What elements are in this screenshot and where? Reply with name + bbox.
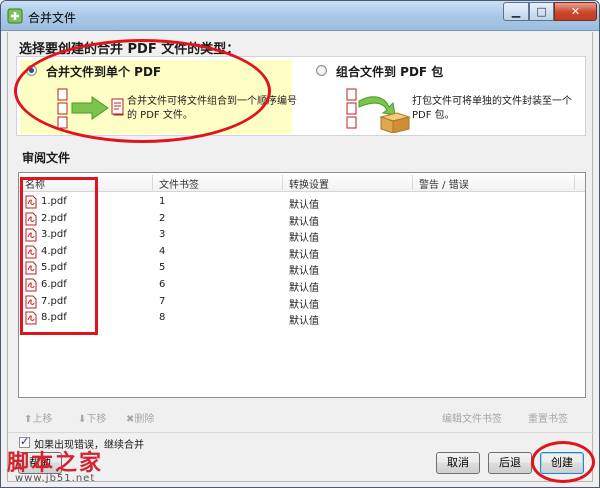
- conversion-setting-cell: 默认值: [289, 266, 319, 278]
- close-button[interactable]: ✕: [554, 2, 597, 21]
- table-row[interactable]: 1.pdf 1 默认值: [19, 194, 585, 211]
- pdf-portfolio-description: 打包文件可将单独的文件封装至一个 PDF 包。: [412, 96, 572, 121]
- conversion-setting-cell: 默认值: [289, 216, 319, 228]
- title-bar[interactable]: 合并文件 ▁ □ ✕: [1, 1, 599, 31]
- site-watermark-logo: 脚本之家 www.jb51.net: [5, 445, 145, 487]
- watermark-url-text: www.jb51.net: [15, 473, 96, 484]
- conversion-setting-cell: 默认值: [289, 233, 319, 245]
- move-up-label: 上移: [32, 414, 53, 425]
- table-row[interactable]: 6.pdf 6 默认值: [19, 277, 585, 294]
- file-list[interactable]: 名称 文件书签 转换设置 警告 / 错误 1.pdf 1 默认值 2.pdf 2 默认值 3…: [18, 172, 586, 398]
- move-up-button[interactable]: ⬆上移: [24, 410, 52, 425]
- table-row[interactable]: 4.pdf 4 默认值: [19, 244, 585, 261]
- move-down-label: 下移: [86, 414, 107, 425]
- file-bookmark-cell: 6: [159, 279, 166, 290]
- table-row[interactable]: 3.pdf 3 默认值: [19, 227, 585, 245]
- conversion-setting-cell: 默认值: [289, 316, 319, 328]
- file-bookmark-cell: 3: [159, 229, 166, 241]
- merge-files-window: 合并文件 ▁ □ ✕ 选择要创建的合并 PDF 文件的类型： 合并文件到单个 P…: [0, 0, 600, 488]
- portfolio-box-illustration-icon: [346, 88, 411, 133]
- file-bookmark-cell: 4: [159, 245, 166, 257]
- conversion-setting-cell: 默认值: [289, 249, 319, 261]
- move-down-button[interactable]: ⬇下移: [78, 410, 106, 425]
- pdf-portfolio-label[interactable]: 组合文件到 PDF 包: [336, 63, 443, 80]
- window-title: 合并文件: [28, 11, 77, 25]
- table-row[interactable]: 8.pdf 8 默认值: [19, 310, 585, 328]
- reset-bookmark-button[interactable]: 重置书签: [528, 410, 568, 425]
- cancel-button[interactable]: 取消: [436, 452, 480, 474]
- file-bookmark-cell: 7: [159, 295, 166, 307]
- column-header-bookmark[interactable]: 文件书签: [159, 176, 199, 191]
- edit-bookmark-button[interactable]: 编辑文件书签: [442, 410, 502, 425]
- file-bookmark-cell: 5: [159, 262, 166, 274]
- conversion-setting-cell: 默认值: [289, 299, 319, 311]
- delete-label: 删除: [134, 414, 155, 425]
- minimize-button[interactable]: ▁: [503, 2, 529, 21]
- maximize-button[interactable]: □: [529, 2, 554, 21]
- column-header-conversion[interactable]: 转换设置: [289, 176, 329, 191]
- file-list-toolbar: ⬆上移 ⬇下移 ✖删除 编辑文件书签 重置书签: [18, 408, 586, 426]
- file-list-header: 名称 文件书签 转换设置 警告 / 错误: [19, 173, 585, 192]
- annotation-ellipse-create: [531, 441, 595, 483]
- conversion-setting-cell: 默认值: [289, 283, 319, 294]
- pdf-portfolio-radio[interactable]: [316, 65, 327, 76]
- conversion-setting-cell: 默认值: [289, 200, 319, 211]
- annotation-ellipse-single-pdf: [14, 39, 271, 143]
- file-bookmark-cell: 8: [159, 312, 166, 324]
- file-bookmark-cell: 2: [159, 212, 166, 224]
- file-bookmark-cell: 1: [159, 196, 166, 207]
- column-header-warning[interactable]: 警告 / 错误: [419, 176, 469, 191]
- table-row[interactable]: 7.pdf 7 默认值: [19, 294, 585, 311]
- back-button[interactable]: 后退: [488, 452, 532, 474]
- table-row[interactable]: 5.pdf 5 默认值: [19, 260, 585, 278]
- review-files-label: 审阅文件: [22, 151, 71, 165]
- merge-app-icon: [7, 8, 23, 24]
- annotation-rect-filenames: [20, 177, 98, 335]
- delete-button[interactable]: ✖删除: [126, 410, 154, 425]
- table-row[interactable]: 2.pdf 2 默认值: [19, 211, 585, 228]
